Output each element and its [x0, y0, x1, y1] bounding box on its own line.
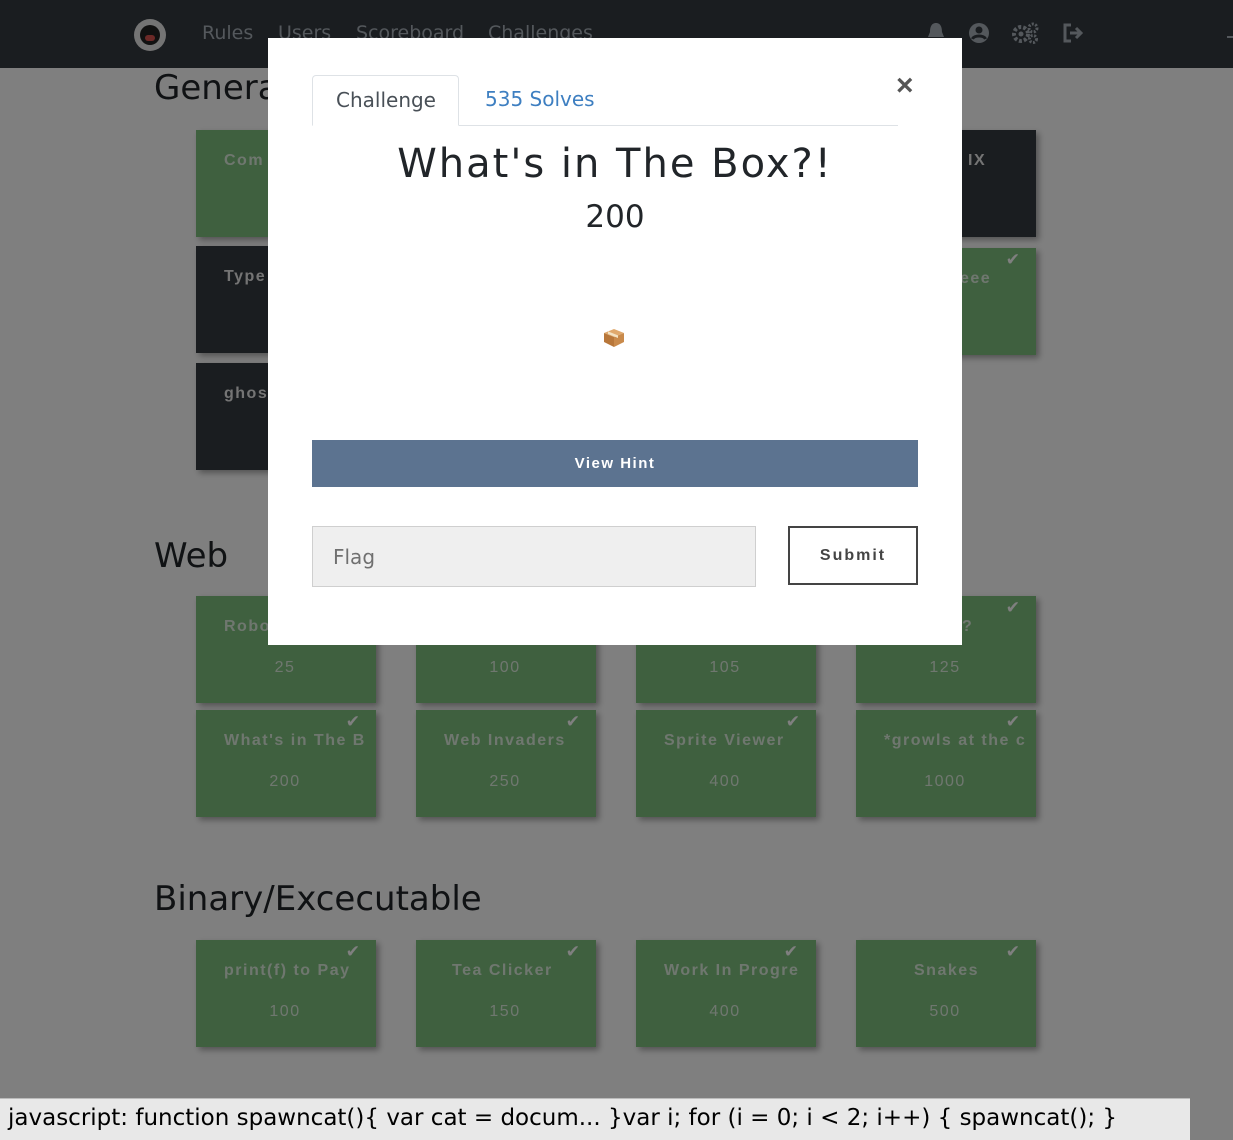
challenge-value: 200 [585, 199, 645, 235]
package-icon [602, 327, 626, 349]
view-hint-button[interactable]: View Hint [312, 440, 918, 487]
tab-solves[interactable]: 535 Solves [462, 75, 618, 126]
status-url-text: javascript: function spawncat(){ var cat… [8, 1105, 1118, 1131]
status-bar: javascript: function spawncat(){ var cat… [0, 1098, 1190, 1140]
challenge-modal: Challenge 535 Solves × What's in The Box… [268, 38, 962, 645]
tab-challenge[interactable]: Challenge [312, 75, 459, 126]
flag-input[interactable] [312, 526, 756, 587]
challenge-title: What's in The Box?! [397, 141, 833, 187]
submit-button[interactable]: Submit [788, 526, 918, 585]
close-button[interactable]: × [896, 70, 914, 102]
